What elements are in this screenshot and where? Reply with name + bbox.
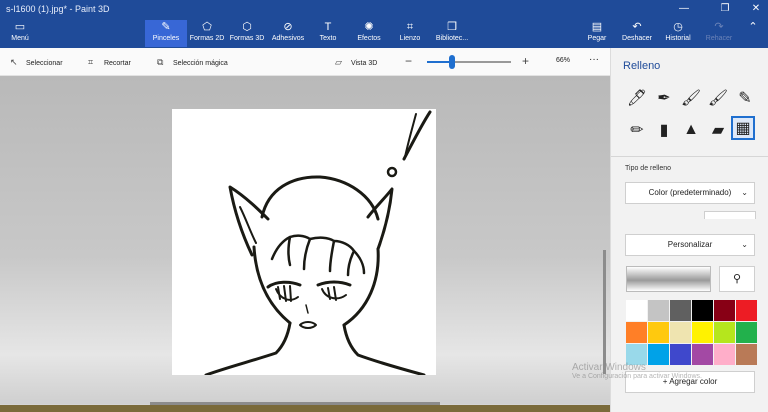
ribbon: s-l1600 (1).jpg* - Paint 3D — ❐ ✕ ▭ Menú… (0, 0, 768, 48)
color-swatch[interactable] (736, 344, 757, 365)
tab-brushes[interactable]: ✎ Pinceles (145, 20, 187, 47)
tab-stickers[interactable]: ⊘ Adhesivos (269, 20, 307, 47)
workspace (0, 76, 610, 404)
activation-watermark: Activar Windows Ve a Configuración para … (572, 362, 702, 380)
chevron-up-icon: ⌃ (748, 21, 758, 33)
brushes-panel: Relleno 🖊 ✒ 🖌 🖌 ✎ ✏ ▮ ▲ ▰ ▦ Tipo de rell… (610, 48, 768, 412)
fill-type-label: Tipo de relleno (625, 165, 672, 172)
select-button[interactable]: ↖ Seleccionar (10, 56, 63, 68)
drawing-canvas[interactable] (172, 109, 436, 375)
view-3d-button[interactable]: ▱ Vista 3D (335, 56, 377, 68)
paste-button[interactable]: ▤ Pegar (582, 20, 612, 47)
fill-icon[interactable]: ▦ (731, 116, 755, 140)
undo-button[interactable]: ↶ Deshacer (619, 20, 655, 47)
folder-icon: ▭ (14, 21, 26, 33)
canvas-icon: ⌗ (406, 21, 414, 33)
undo-icon: ↶ (632, 21, 642, 33)
eyedropper-icon[interactable]: ⚲ (719, 266, 755, 292)
tab-effects[interactable]: ✺ Efectos (354, 20, 384, 47)
customize-dropdown[interactable]: Personalizar ⌄ (625, 234, 755, 256)
vertical-scrollbar[interactable] (603, 250, 606, 374)
tab-shapes-3d[interactable]: ⬡ Formas 3D (228, 20, 266, 47)
watercolor-icon[interactable]: 🖌 (706, 86, 730, 110)
magic-select-button[interactable]: ⧉ Selección mágica (157, 56, 228, 68)
color-swatch[interactable] (736, 300, 757, 321)
history-icon: ◷ (673, 21, 683, 33)
oil-brush-icon[interactable]: 🖌 (679, 86, 703, 110)
magic-select-icon: ⧉ (157, 57, 164, 67)
panel-divider (611, 156, 768, 157)
color-swatch[interactable] (714, 300, 735, 321)
text-icon: T (324, 21, 332, 33)
color-swatch[interactable] (692, 300, 713, 321)
calligraphy-pen-icon[interactable]: ✒ (652, 86, 676, 110)
panel-title: Relleno (623, 60, 661, 72)
cat-girl-drawing (204, 110, 432, 375)
tab-library[interactable]: ❒ Bibliotec... (431, 20, 473, 47)
collapse-ribbon-button[interactable]: ⌃ (744, 20, 762, 47)
paint3d-window: s-l1600 (1).jpg* - Paint 3D — ❐ ✕ ▭ Menú… (0, 0, 768, 412)
taskbar-strip (0, 405, 610, 412)
color-swatch[interactable] (714, 322, 735, 343)
color-swatch[interactable] (714, 344, 735, 365)
cursor-icon: ↖ (10, 57, 18, 67)
stickers-icon: ⊘ (283, 21, 293, 33)
crop-icon: ⌗ (88, 57, 94, 67)
zoom-out-button[interactable]: − (405, 54, 412, 68)
color-swatch[interactable] (670, 300, 691, 321)
eraser-icon[interactable]: ▮ (652, 118, 676, 142)
restore-icon[interactable]: ❐ (713, 2, 737, 16)
library-icon: ❒ (447, 21, 457, 33)
view-3d-icon: ▱ (335, 57, 342, 67)
tab-shapes-2d[interactable]: ⬠ Formas 2D (188, 20, 226, 47)
marker-icon[interactable]: 🖊 (625, 86, 649, 110)
color-swatch[interactable] (648, 300, 669, 321)
color-palette (626, 300, 757, 365)
zoom-in-button[interactable]: + (522, 54, 529, 68)
menu-button[interactable]: ▭ Menú (6, 20, 34, 47)
color-swatch[interactable] (626, 322, 647, 343)
pencil-icon[interactable]: ✏ (625, 118, 649, 142)
shapes-3d-icon: ⬡ (242, 21, 252, 33)
history-button[interactable]: ◷ Historial (662, 20, 694, 47)
toolbar: ↖ Seleccionar ⌗ Recortar ⧉ Selección mág… (0, 48, 610, 76)
color-swatch[interactable] (648, 322, 669, 343)
color-preview[interactable] (626, 266, 711, 292)
paste-icon: ▤ (591, 21, 603, 33)
spray-can-icon[interactable]: ▰ (706, 118, 730, 142)
chevron-down-icon: ⌄ (741, 240, 748, 249)
minimize-icon[interactable]: — (672, 2, 696, 16)
more-icon[interactable]: ··· (589, 54, 599, 65)
redo-icon: ↷ (714, 21, 724, 33)
window-title: s-l1600 (1).jpg* - Paint 3D (6, 4, 110, 14)
chevron-down-icon: ⌄ (741, 188, 748, 197)
crayon-icon[interactable]: ▲ (679, 118, 703, 142)
zoom-value: 66% (556, 57, 571, 64)
redo-button[interactable]: ↷ Rehacer (702, 20, 736, 47)
color-swatch[interactable] (670, 322, 691, 343)
fill-type-dropdown[interactable]: Color (predeterminado) ⌄ (625, 182, 755, 204)
pixel-pencil-icon[interactable]: ✎ (733, 86, 757, 110)
color-swatch[interactable] (692, 322, 713, 343)
brush-icon: ✎ (161, 21, 171, 33)
crop-button[interactable]: ⌗ Recortar (88, 56, 131, 68)
opacity-field[interactable] (704, 211, 756, 219)
color-swatch[interactable] (736, 322, 757, 343)
tab-canvas[interactable]: ⌗ Lienzo (395, 20, 425, 47)
color-swatch[interactable] (626, 300, 647, 321)
effects-icon: ✺ (364, 21, 374, 33)
shapes-2d-icon: ⬠ (202, 21, 212, 33)
zoom-slider-thumb[interactable] (449, 55, 456, 69)
tab-text[interactable]: T Texto (313, 20, 343, 47)
close-icon[interactable]: ✕ (744, 2, 768, 16)
